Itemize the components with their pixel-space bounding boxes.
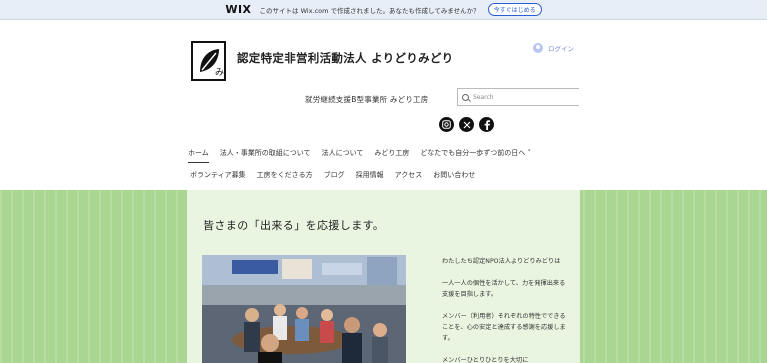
- sub-nav: ボランティア募集 工房をくださる方 ブログ 採用情報 アクセス お問い合わせ: [190, 170, 475, 180]
- intro-paragraph-2: 一人一人の個性を活かして、力を発揮出来る支援を目指します。: [442, 280, 566, 298]
- nav-volunteer[interactable]: ボランティア募集: [190, 170, 246, 180]
- search-input[interactable]: Search: [457, 88, 579, 106]
- group-photo-image: [202, 255, 406, 363]
- wix-logo[interactable]: WIX: [225, 3, 251, 16]
- wix-start-button[interactable]: 今すぐはじめる: [487, 3, 542, 16]
- main-headline: 皆さまの「出来る」を応援します。: [203, 219, 385, 232]
- wix-banner-text: このサイトは Wix.com で作成されました。あなたも作成してみませんか？: [259, 6, 480, 15]
- intro-paragraph-1: わたしたち認定NPO法人よりどりみどりは: [442, 258, 561, 265]
- nav-home[interactable]: ホーム: [188, 148, 209, 163]
- instagram-icon[interactable]: [439, 117, 454, 132]
- leaf-logo-icon: み: [199, 49, 224, 78]
- intro-paragraph-3: メンバー（利用者）それぞれの特性でできることを、心の安定と達成する感謝を応援しま…: [442, 313, 566, 342]
- nav-supporters[interactable]: 工房をくださる方: [257, 170, 313, 180]
- login-label: ログイン: [548, 45, 574, 53]
- logo-char: み: [215, 67, 224, 78]
- main-nav: ホーム 法人・事業所の取組について 法人について みどり工房 どなたでも自分一歩…: [188, 148, 531, 163]
- nav-activities[interactable]: 法人・事業所の取組について: [220, 148, 311, 163]
- group-photo: [202, 255, 406, 363]
- nav-dropdown[interactable]: どなたでも自分一歩ずつ前の日へ ˅: [420, 148, 531, 163]
- login-link[interactable]: ログイン: [533, 43, 574, 53]
- avatar-icon: [533, 43, 543, 53]
- nav-access[interactable]: アクセス: [395, 170, 423, 180]
- search-placeholder: Search: [473, 93, 494, 101]
- search-icon: [462, 93, 469, 101]
- nav-contact[interactable]: お問い合わせ: [433, 170, 475, 180]
- intro-text: わたしたち認定NPO法人よりどりみどりは 一人一人の個性を活かして、力を発揮出来…: [442, 256, 568, 363]
- site-logo[interactable]: み: [191, 41, 226, 81]
- intro-paragraph-4: メンバーひとりひとりを大切に: [442, 357, 529, 363]
- x-icon[interactable]: [459, 117, 474, 132]
- wix-banner: WIX このサイトは Wix.com で作成されました。あなたも作成してみません…: [0, 0, 767, 20]
- nav-blog[interactable]: ブログ: [324, 170, 345, 180]
- org-name[interactable]: 認定特定非営利活動法人 よりどりみどり: [237, 50, 453, 66]
- facebook-icon[interactable]: [479, 117, 494, 132]
- site-subtitle: 就労継続支援B型事業所 みどり工房: [305, 95, 429, 104]
- nav-midori-kobo[interactable]: みどり工房: [374, 148, 409, 163]
- chevron-down-icon: ˅: [525, 149, 531, 157]
- site-header: み 認定特定非営利活動法人 よりどりみどり ログイン 就労継続支援B型事業所 み…: [0, 20, 767, 190]
- nav-recruit[interactable]: 採用情報: [356, 170, 384, 180]
- nav-about[interactable]: 法人について: [322, 148, 364, 163]
- social-links: [439, 117, 494, 132]
